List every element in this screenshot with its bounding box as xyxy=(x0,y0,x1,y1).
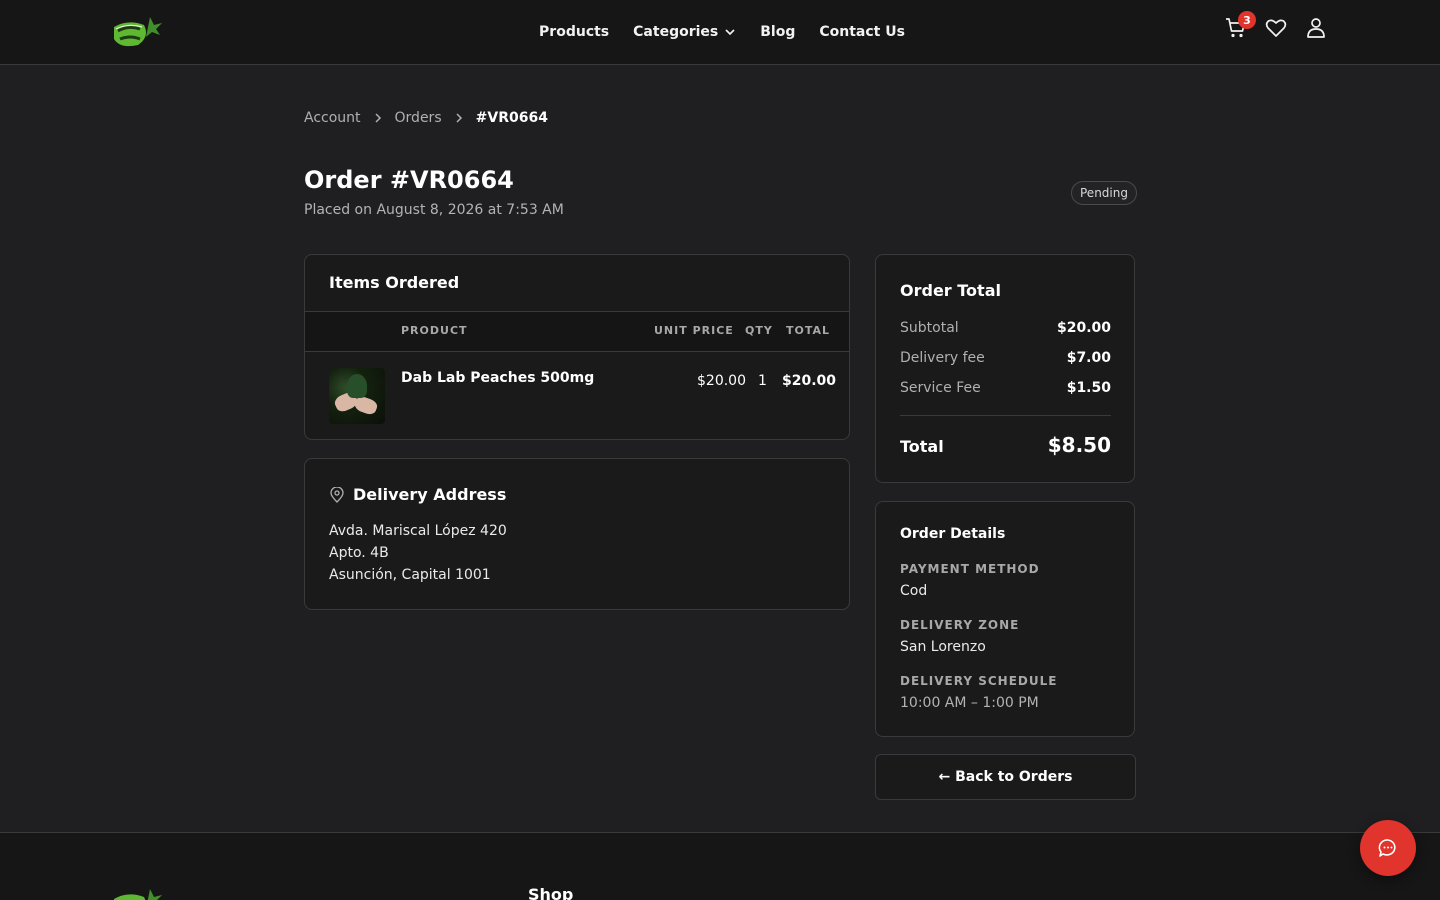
order-details-title: Order Details xyxy=(900,526,1006,542)
col-product: PRODUCT xyxy=(401,324,468,337)
location-pin-icon xyxy=(330,487,344,503)
subtotal-value: $20.00 xyxy=(1056,320,1111,336)
grand-total-line: Total $8.50 xyxy=(900,433,1111,457)
nav-categories[interactable]: Categories xyxy=(633,24,736,40)
breadcrumb-current: #VR0664 xyxy=(475,110,548,126)
order-details-card: Order Details PAYMENT METHOD Cod DELIVER… xyxy=(875,501,1135,737)
order-placed-date: Placed on August 8, 2026 at 7:53 AM xyxy=(304,202,564,218)
order-total-title: Order Total xyxy=(900,281,1001,300)
nav-contact[interactable]: Contact Us xyxy=(819,24,905,40)
delivery-fee-label: Delivery fee xyxy=(900,350,985,366)
delivery-fee-line: Delivery fee $7.00 xyxy=(900,350,1111,366)
product-name[interactable]: Dab Lab Peaches 500mg xyxy=(401,370,594,386)
chat-bubble-icon xyxy=(1378,839,1396,857)
back-to-orders-button[interactable]: ← Back to Orders xyxy=(875,754,1136,800)
breadcrumb-orders[interactable]: Orders xyxy=(395,110,442,126)
chat-button[interactable] xyxy=(1360,820,1416,876)
breadcrumb-account[interactable]: Account xyxy=(304,110,361,126)
order-total-card: Order Total Subtotal $20.00 Delivery fee… xyxy=(875,254,1135,483)
items-table-header: PRODUCT UNIT PRICE QTY TOTAL xyxy=(305,311,849,352)
subtotal-label: Subtotal xyxy=(900,320,959,336)
items-ordered-card: Items Ordered PRODUCT UNIT PRICE QTY TOT… xyxy=(304,254,850,440)
nav-products[interactable]: Products xyxy=(539,24,609,40)
col-unit-price: UNIT PRICE xyxy=(654,324,734,337)
cart-count-badge: 3 xyxy=(1238,11,1256,29)
nav-contact-label: Contact Us xyxy=(819,24,905,40)
site-footer: Shop xyxy=(0,832,1440,900)
grand-total-label: Total xyxy=(900,437,944,456)
payment-method-label: PAYMENT METHOD xyxy=(900,562,1040,576)
chevron-down-icon xyxy=(725,29,735,36)
heart-icon xyxy=(1265,19,1287,37)
divider xyxy=(900,415,1111,416)
product-total: $20.00 xyxy=(782,373,837,389)
delivery-address-card: Delivery Address Avda. Mariscal López 42… xyxy=(304,458,850,610)
footer-shop-heading: Shop xyxy=(528,885,574,900)
cart-button[interactable]: 3 xyxy=(1224,11,1256,40)
service-fee-value: $1.50 xyxy=(1066,380,1111,396)
account-button[interactable] xyxy=(1304,16,1328,40)
delivery-fee-value: $7.00 xyxy=(1066,350,1111,366)
wishlist-button[interactable] xyxy=(1264,16,1288,40)
nav-categories-label: Categories xyxy=(633,24,719,40)
nav-blog[interactable]: Blog xyxy=(760,24,795,40)
nav-products-label: Products xyxy=(539,24,610,40)
delivery-zone-value: San Lorenzo xyxy=(900,639,986,655)
service-fee-line: Service Fee $1.50 xyxy=(900,380,1111,396)
address-line-2: Apto. 4B xyxy=(329,545,389,561)
delivery-schedule-value: 10:00 AM – 1:00 PM xyxy=(900,695,1039,711)
nav-blog-label: Blog xyxy=(760,24,796,40)
subtotal-line: Subtotal $20.00 xyxy=(900,320,1111,336)
items-card-title: Items Ordered xyxy=(329,273,460,292)
service-fee-label: Service Fee xyxy=(900,380,981,396)
footer-logo[interactable] xyxy=(110,885,166,900)
grand-total-value: $8.50 xyxy=(1047,433,1111,457)
address-line-3: Asunción, Capital 1001 xyxy=(329,567,491,583)
col-qty: QTY xyxy=(745,324,773,337)
chevron-right-icon xyxy=(375,113,381,123)
header-actions: 3 xyxy=(1224,11,1328,40)
site-header: Products Categories Blog Contact Us 3 xyxy=(0,0,1440,65)
status-badge: Pending xyxy=(1071,181,1137,205)
product-unit-price: $20.00 xyxy=(697,373,746,389)
payment-method-value: Cod xyxy=(900,583,928,599)
delivery-zone-label: DELIVERY ZONE xyxy=(900,618,1020,632)
page-title: Order #VR0664 xyxy=(304,166,514,194)
delivery-schedule-label: DELIVERY SCHEDULE xyxy=(900,674,1058,688)
col-total: TOTAL xyxy=(786,324,831,337)
chevron-right-icon xyxy=(456,113,462,123)
product-thumbnail[interactable] xyxy=(329,368,385,424)
delivery-card-title: Delivery Address xyxy=(353,485,507,504)
user-icon xyxy=(1307,18,1325,38)
breadcrumb: Account Orders #VR0664 xyxy=(304,110,548,126)
address-line-1: Avda. Mariscal López 420 xyxy=(329,523,507,539)
product-qty: 1 xyxy=(758,373,767,389)
